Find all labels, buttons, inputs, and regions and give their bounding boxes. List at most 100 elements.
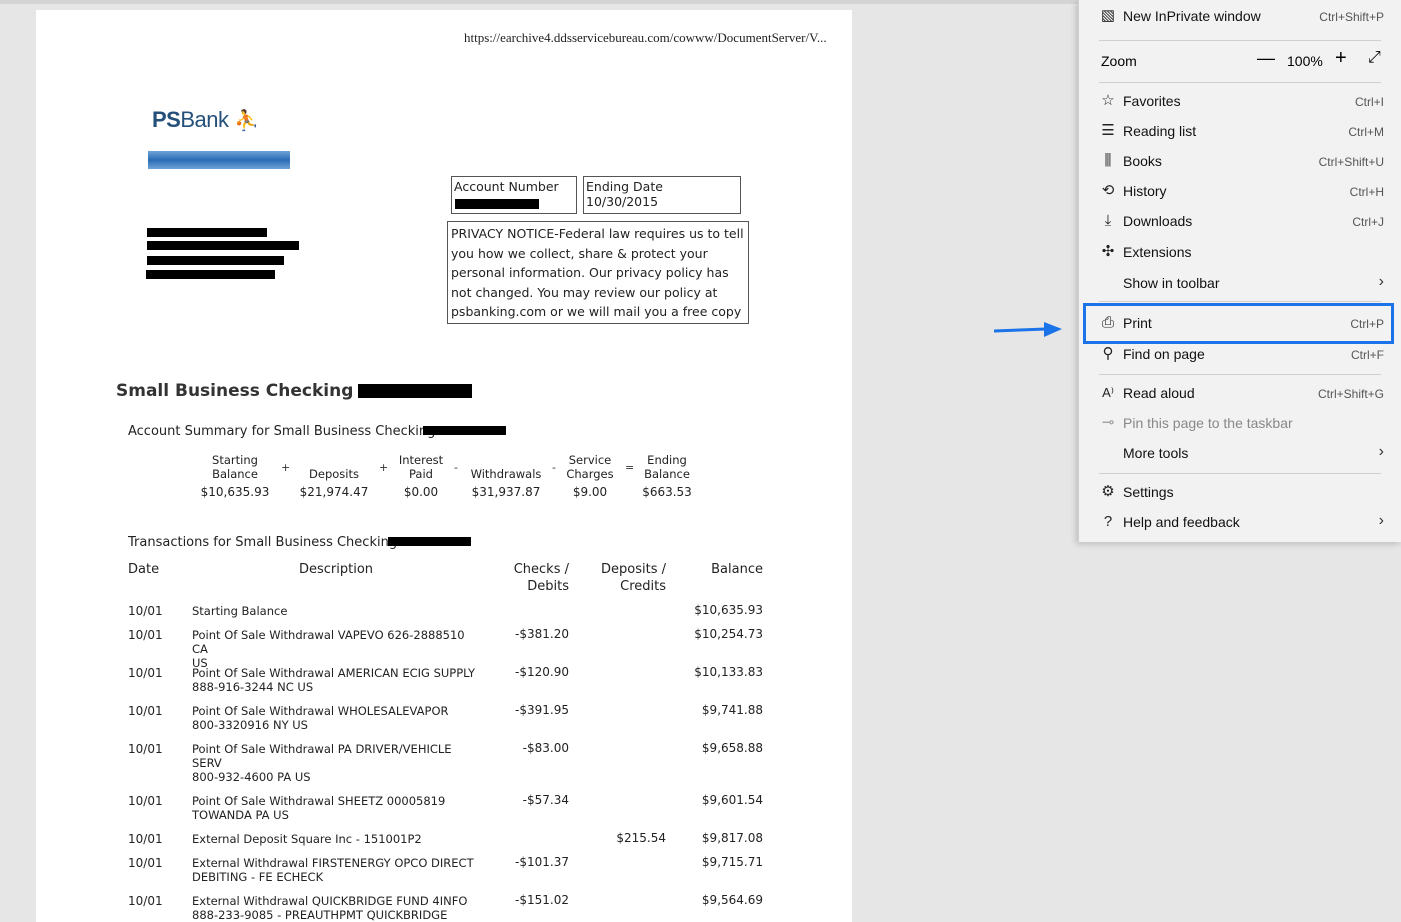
search-icon: ⚲ xyxy=(1102,345,1114,362)
row-balance: $9,564.69 xyxy=(701,893,763,907)
row-balance: $9,601.54 xyxy=(701,793,763,807)
menu-item-label: Reading list xyxy=(1123,123,1197,139)
zoom-in-button[interactable]: + xyxy=(1335,47,1347,70)
row-description: Point Of Sale Withdrawal VAPEVO 626-2888… xyxy=(192,628,465,670)
row-debit: -$151.02 xyxy=(515,893,569,907)
menu-item-label: Settings xyxy=(1123,484,1174,500)
row-balance: $10,133.83 xyxy=(694,665,763,679)
summary-value: $21,974.47 xyxy=(299,485,369,499)
account-number-box: Account Number xyxy=(451,176,577,214)
summary-value: $9.00 xyxy=(572,485,608,499)
menu-item-pin-taskbar[interactable]: ⊸ Pin this page to the taskbar xyxy=(1079,409,1401,437)
menu-item-label: More tools xyxy=(1123,445,1189,461)
menu-item-help-feedback[interactable]: ? Help and feedback › xyxy=(1079,508,1401,536)
summary-title: Account Summary for Small Business Check… xyxy=(128,424,445,439)
menu-item-reading-list[interactable]: ☰ Reading list Ctrl+M xyxy=(1079,117,1401,145)
statement-page: https://earchive4.ddsservicebureau.com/c… xyxy=(36,10,852,922)
menu-divider xyxy=(1099,301,1381,302)
menu-divider xyxy=(1099,473,1381,474)
row-balance: $9,658.88 xyxy=(701,741,763,755)
read-aloud-icon: A⁾ xyxy=(1102,385,1114,400)
menu-item-shortcut: Ctrl+H xyxy=(1349,185,1384,199)
menu-item-books[interactable]: ⫼ Books Ctrl+Shift+U xyxy=(1079,147,1401,175)
menu-divider xyxy=(1099,40,1381,41)
menu-item-shortcut: Ctrl+J xyxy=(1352,215,1384,229)
row-balance: $10,254.73 xyxy=(694,627,763,641)
pointer-arrow-icon xyxy=(994,322,1062,337)
row-date: 10/01 xyxy=(128,742,163,756)
row-date: 10/01 xyxy=(128,794,163,808)
summary-operator: - xyxy=(552,461,556,474)
summary-label: Starting Balance xyxy=(212,453,258,481)
section-title-redaction xyxy=(358,384,472,398)
download-icon: ⤓ xyxy=(1104,212,1112,229)
fullscreen-icon[interactable]: ⤢ xyxy=(1368,49,1381,67)
menu-item-label: Show in toolbar xyxy=(1123,275,1220,291)
menu-item-label: Read aloud xyxy=(1123,385,1195,401)
summary-operator: - xyxy=(454,461,458,474)
row-description: External Withdrawal QUICKBRIDGE FUND 4IN… xyxy=(192,894,468,922)
summary-label: Interest Paid xyxy=(398,453,444,481)
menu-item-extensions[interactable]: ✣ Extensions xyxy=(1079,238,1401,266)
menu-item-shortcut: Ctrl+Shift+G xyxy=(1317,387,1384,401)
transactions-title-redaction xyxy=(388,537,471,546)
account-number-label: Account Number xyxy=(454,179,559,194)
menu-item-label: Downloads xyxy=(1123,213,1193,229)
row-description: Point Of Sale Withdrawal WHOLESALEVAPOR … xyxy=(192,704,449,732)
print-highlight-box xyxy=(1083,303,1394,344)
reading-list-icon: ☰ xyxy=(1101,122,1115,139)
row-balance: $10,635.93 xyxy=(694,603,763,617)
summary-label: Deposits xyxy=(309,467,359,481)
history-clock-icon: ⟲ xyxy=(1101,182,1115,199)
ending-date-label: Ending Date xyxy=(586,179,663,194)
menu-item-label: Pin this page to the taskbar xyxy=(1123,415,1293,431)
ending-date-value: 10/30/2015 xyxy=(586,194,659,209)
gear-icon: ⚙ xyxy=(1101,483,1115,500)
privacy-notice: PRIVACY NOTICE-Federal law requires us t… xyxy=(447,221,749,324)
zoom-level: 100% xyxy=(1287,53,1323,69)
logo-bank-text: Bank xyxy=(180,107,229,132)
menu-divider xyxy=(1099,82,1381,83)
row-date: 10/01 xyxy=(128,832,163,846)
ending-date-box: Ending Date 10/30/2015 xyxy=(583,176,741,214)
row-debit: -$57.34 xyxy=(522,793,569,807)
summary-value: $31,937.87 xyxy=(471,485,541,499)
menu-item-find-on-page[interactable]: ⚲ Find on page Ctrl+F xyxy=(1079,340,1401,368)
row-description: External Deposit Square Inc - 151001P2 xyxy=(192,832,422,846)
menu-item-downloads[interactable]: ⤓ Downloads Ctrl+J xyxy=(1079,207,1401,235)
menu-item-favorites[interactable]: ☆ Favorites Ctrl+I xyxy=(1079,87,1401,115)
address-redaction xyxy=(146,270,275,279)
menu-item-label: New InPrivate window xyxy=(1123,8,1261,24)
row-date: 10/01 xyxy=(128,604,163,618)
menu-item-settings[interactable]: ⚙ Settings xyxy=(1079,478,1401,506)
row-debit: -$101.37 xyxy=(515,855,569,869)
logo-ps-text: PS xyxy=(152,107,181,132)
menu-item-label: Books xyxy=(1123,153,1162,169)
row-credit: $215.54 xyxy=(616,831,666,845)
zoom-out-button[interactable]: — xyxy=(1257,48,1275,69)
row-balance: $9,741.88 xyxy=(701,703,763,717)
row-description: Point Of Sale Withdrawal PA DRIVER/VEHIC… xyxy=(192,742,452,784)
row-date: 10/01 xyxy=(128,628,163,642)
address-redaction xyxy=(147,228,267,237)
summary-value: $10,635.93 xyxy=(200,485,270,499)
menu-item-new-inprivate[interactable]: ▧ New InPrivate window Ctrl+Shift+P xyxy=(1079,2,1401,30)
row-debit: -$120.90 xyxy=(515,665,569,679)
menu-item-read-aloud[interactable]: A⁾ Read aloud Ctrl+Shift+G xyxy=(1079,379,1401,407)
psbank-logo: PSBank ⛹ xyxy=(152,107,259,133)
header-date: Date xyxy=(128,562,160,577)
row-description: Starting Balance xyxy=(192,604,288,618)
header-checks-debits: Checks / Debits xyxy=(513,562,569,594)
row-description: Point Of Sale Withdrawal AMERICAN ECIG S… xyxy=(192,666,476,694)
tab-strip-edge xyxy=(0,0,1078,4)
help-icon: ? xyxy=(1103,513,1113,530)
summary-label: Service Charges xyxy=(566,453,614,481)
menu-item-label: Favorites xyxy=(1123,93,1181,109)
summary-title-redaction xyxy=(423,426,506,435)
menu-item-show-in-toolbar[interactable]: Show in toolbar › xyxy=(1079,269,1401,297)
row-date: 10/01 xyxy=(128,894,163,908)
row-description: External Withdrawal FIRSTENERGY OPCO DIR… xyxy=(192,856,474,884)
menu-item-more-tools[interactable]: More tools › xyxy=(1079,439,1401,467)
summary-label: Withdrawals xyxy=(470,467,542,481)
menu-item-history[interactable]: ⟲ History Ctrl+H xyxy=(1079,177,1401,205)
